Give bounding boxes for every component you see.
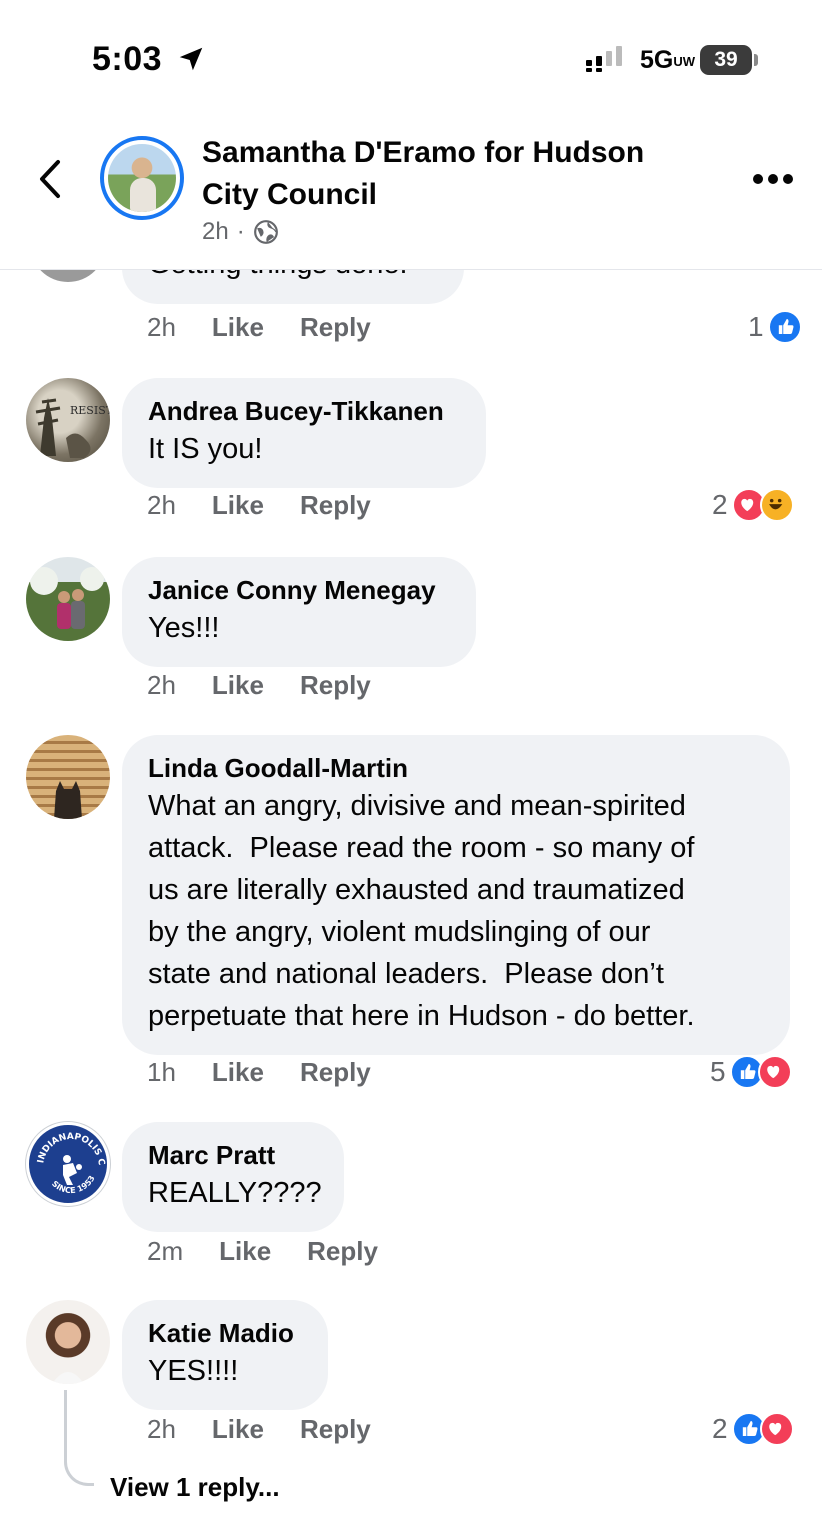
reply-button[interactable]: Reply — [300, 670, 371, 701]
love-reaction-icon — [759, 1412, 794, 1446]
network-type: 5GUW — [640, 46, 696, 74]
avatar[interactable] — [26, 1300, 110, 1384]
comment-text: YES!!!! — [148, 1355, 239, 1387]
comment-time: 2h — [147, 490, 176, 520]
comment-time: 2m — [147, 1236, 184, 1266]
reaction-summary[interactable]: 1 — [748, 310, 802, 344]
reply-button[interactable]: Reply — [300, 312, 371, 343]
like-reaction-icon — [767, 310, 802, 344]
comment-bubble: Linda Goodall-Martin What an angry, divi… — [122, 735, 790, 1055]
svg-text:SINCE 1953: SINCE 1953 — [50, 1174, 97, 1195]
couple-avatar-image — [30, 567, 104, 629]
comment-time: 2h — [147, 1414, 176, 1444]
comment-actions: 2h Like Reply — [147, 670, 371, 701]
comment-author[interactable]: Marc Pratt — [148, 1138, 318, 1172]
colts-avatar-image: INDIANAPOLIS COLTS SINCE 1953 — [29, 1125, 106, 1195]
back-chevron-icon[interactable] — [30, 154, 70, 204]
portrait-avatar-image — [52, 1372, 84, 1384]
page-avatar-photo — [108, 144, 176, 212]
reaction-summary[interactable]: 2 — [712, 1412, 794, 1446]
like-button[interactable]: Like — [212, 1057, 264, 1088]
like-button[interactable]: Like — [212, 490, 264, 521]
reply-button[interactable]: Reply — [300, 490, 371, 521]
comment-author[interactable]: Katie Madio — [148, 1316, 302, 1350]
globe-icon — [253, 220, 278, 244]
reply-button[interactable]: Reply — [300, 1414, 371, 1445]
comment-actions: 2m Like Reply — [147, 1236, 378, 1267]
avatar[interactable]: RESIST — [26, 378, 110, 462]
resist-avatar-image: RESIST — [35, 398, 110, 458]
location-arrow-icon — [179, 47, 203, 71]
comment-text: What an angry, divisive and mean-spirite… — [148, 790, 695, 1032]
view-replies-link[interactable]: View 1 reply... — [110, 1472, 280, 1503]
page-title[interactable]: Samantha D'Eramo for Hudson City Council — [202, 132, 702, 216]
like-button[interactable]: Like — [212, 312, 264, 343]
reaction-summary[interactable]: 5 — [710, 1055, 792, 1089]
comment-text: It IS you! — [148, 433, 263, 465]
comment-bubble: Marc Pratt REALLY???? — [122, 1122, 344, 1232]
status-bar: 5:03 5GUW 39 — [0, 0, 822, 110]
svg-text:RESIST: RESIST — [70, 404, 110, 417]
post-header: Samantha D'Eramo for Hudson City Council… — [0, 110, 822, 270]
comment-bubble: Andrea Bucey-Tikkanen It IS you! — [122, 378, 486, 488]
comment-time: 1h — [147, 1057, 176, 1087]
comment-time: 2h — [147, 670, 176, 700]
comment-bubble: Janice Conny Menegay Yes!!! — [122, 557, 476, 667]
like-button[interactable]: Like — [219, 1236, 271, 1267]
comment-author[interactable]: Linda Goodall-Martin — [148, 751, 770, 785]
like-button[interactable]: Like — [212, 670, 264, 701]
status-time: 5:03 — [92, 40, 163, 78]
post-meta: 2h · — [202, 218, 279, 246]
comment-author[interactable]: Andrea Bucey-Tikkanen — [148, 394, 460, 428]
reply-button[interactable]: Reply — [300, 1057, 371, 1088]
reply-thread-line — [64, 1390, 94, 1486]
haha-reaction-icon — [759, 488, 794, 522]
comment-actions: 2h Like Reply — [147, 312, 371, 343]
reaction-summary[interactable]: 2 — [712, 488, 794, 522]
meta-separator: · — [236, 218, 245, 245]
love-reaction-icon — [757, 1055, 792, 1089]
avatar[interactable] — [26, 735, 110, 819]
reply-button[interactable]: Reply — [307, 1236, 378, 1267]
reaction-count: 5 — [710, 1056, 726, 1087]
comment-actions: 1h Like Reply — [147, 1057, 371, 1088]
reaction-count: 2 — [712, 1413, 728, 1444]
comment-time: 2h — [147, 312, 176, 342]
page-avatar[interactable] — [100, 136, 184, 220]
post-time: 2h — [202, 218, 229, 245]
battery-level: 39 — [700, 45, 752, 75]
more-options-icon[interactable] — [752, 172, 794, 186]
comment-bubble: Katie Madio YES!!!! — [122, 1300, 328, 1410]
comment-actions: 2h Like Reply — [147, 1414, 371, 1445]
comment-actions: 2h Like Reply — [147, 490, 371, 521]
avatar[interactable] — [26, 557, 110, 641]
reaction-count: 2 — [712, 489, 728, 520]
signal-strength-icon — [586, 46, 622, 72]
reaction-count: 1 — [748, 311, 764, 342]
comment-text: REALLY???? — [148, 1177, 322, 1209]
like-button[interactable]: Like — [212, 1414, 264, 1445]
cat-avatar-image — [54, 781, 82, 819]
comment-author[interactable]: Janice Conny Menegay — [148, 573, 450, 607]
avatar[interactable]: INDIANAPOLIS COLTS SINCE 1953 — [26, 1122, 110, 1206]
battery-cap — [754, 54, 758, 66]
comment-text: Yes!!! — [148, 612, 220, 644]
